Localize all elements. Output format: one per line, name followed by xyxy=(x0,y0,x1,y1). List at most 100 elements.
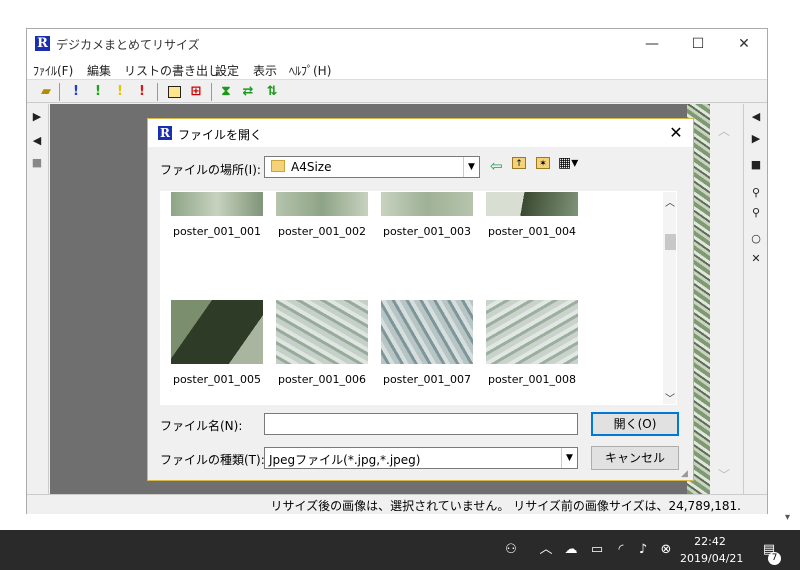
file-name[interactable]: poster_001_005 xyxy=(162,373,272,386)
people-icon[interactable]: ⚇ xyxy=(500,530,522,570)
next-icon[interactable]: ▶ xyxy=(747,130,765,148)
desktop-scrollbar[interactable]: ▾ xyxy=(782,0,800,530)
look-in-combo[interactable]: A4Size ▼ xyxy=(264,156,480,178)
toolbar-separator xyxy=(59,83,60,101)
dialog-title-bar[interactable]: R ファイルを開く ✕ xyxy=(148,119,693,147)
right-side-toolbar: ◀ ▶ ■ ⚲ ⚲ ○ ✕ xyxy=(743,104,767,494)
file-name[interactable]: poster_001_007 xyxy=(372,373,482,386)
scroll-thumb[interactable] xyxy=(665,234,676,250)
clock-time: 22:42 xyxy=(694,535,726,548)
toolbar-separator xyxy=(157,83,158,101)
look-in-value: A4Size xyxy=(291,160,332,174)
new-folder-icon[interactable]: ✶ xyxy=(536,157,550,169)
file-thumbnail[interactable] xyxy=(486,300,578,364)
resize-grip-icon[interactable]: ◢ xyxy=(681,469,688,479)
open-folder-icon[interactable]: ▰ xyxy=(37,83,55,101)
notification-badge: 7 xyxy=(768,552,781,565)
scroll-up-icon[interactable]: ︿ xyxy=(665,194,675,209)
status-bar: リサイズ後の画像は、選択されていません。 リサイズ前の画像サイズは、24,789… xyxy=(27,494,767,514)
file-thumbnail[interactable] xyxy=(486,192,578,216)
taskbar: ⚇ ︿ ☁ ▭ ◜ ♪ ⊗ 22:42 2019/04/21 ▤ 7 xyxy=(0,530,800,570)
previous-icon[interactable]: ◀ xyxy=(747,108,765,126)
toolbar-separator xyxy=(211,83,212,101)
red-exclamation-icon[interactable]: ! xyxy=(133,83,151,101)
clock[interactable]: 22:42 2019/04/21 xyxy=(680,533,744,567)
scroll-down-icon[interactable]: ﹀ xyxy=(718,466,730,483)
app-logo-icon: R xyxy=(35,36,50,51)
file-thumbnail[interactable] xyxy=(171,192,263,216)
file-thumbnail[interactable] xyxy=(276,192,368,216)
folder-icon xyxy=(271,160,285,172)
filename-input[interactable] xyxy=(264,413,578,435)
zoom-out-icon[interactable]: ⚲ xyxy=(747,204,765,222)
scroll-down-icon[interactable]: ▾ xyxy=(785,512,790,523)
dialog-close-button[interactable]: ✕ xyxy=(663,122,689,144)
file-name[interactable]: poster_001_004 xyxy=(477,225,587,238)
zoom-in-icon[interactable]: ⚲ xyxy=(747,184,765,202)
blue-exclamation-icon[interactable]: ! xyxy=(67,83,85,101)
scroll-down-icon[interactable]: ﹀ xyxy=(665,390,675,404)
file-name[interactable]: poster_001_006 xyxy=(267,373,377,386)
menu-edit[interactable]: 編集 xyxy=(87,62,111,79)
scroll-up-icon[interactable]: ︿ xyxy=(718,122,730,139)
file-thumbnail[interactable] xyxy=(381,300,473,364)
file-name[interactable]: poster_001_001 xyxy=(162,225,272,238)
open-button[interactable]: 開く(O) xyxy=(591,412,679,436)
toolbar: ▰ ! ! ! ! ⊞ ⧗ ⇄ ⇅ xyxy=(27,79,767,103)
battery-icon[interactable]: ▭ xyxy=(586,530,608,570)
view-menu-icon[interactable]: ▦▾ xyxy=(558,155,578,171)
frame-cross-icon[interactable]: ⊞ xyxy=(187,83,205,101)
frame-icon[interactable] xyxy=(165,83,183,101)
app-logo-icon: R xyxy=(158,126,172,140)
back-icon[interactable]: ⇦ xyxy=(490,157,503,175)
menu-file[interactable]: ﾌｧｲﾙ(F) xyxy=(33,62,73,79)
swap-horizontal-icon[interactable]: ⇄ xyxy=(239,83,257,101)
wifi-icon[interactable]: ◜ xyxy=(610,530,632,570)
filetype-combo[interactable]: Jpegファイル(*.jpg,*.jpeg) ▼ xyxy=(264,447,578,469)
clock-date: 2019/04/21 xyxy=(680,552,744,565)
look-in-label: ファイルの場所(I): xyxy=(160,163,261,177)
blocked-icon[interactable]: ⊗ xyxy=(656,530,676,570)
chevron-down-icon[interactable]: ▼ xyxy=(463,157,479,177)
menu-export-list[interactable]: リストの書き出し xyxy=(124,62,220,79)
menu-bar: ﾌｧｲﾙ(F) 編集 リストの書き出し 設定 表示 ﾍﾙﾌﾟ(H) xyxy=(27,59,767,79)
workspace-scrollbar[interactable]: ︿ ﹀ xyxy=(710,104,743,494)
file-list-scrollbar[interactable]: ︿ ﹀ xyxy=(663,192,676,404)
cancel-button[interactable]: キャンセル xyxy=(591,446,679,470)
filename-label: ファイル名(N): xyxy=(160,419,243,433)
dialog-title: ファイルを開く xyxy=(178,128,263,142)
save-icon[interactable]: ■ xyxy=(28,154,46,172)
maximize-button[interactable]: ☐ xyxy=(675,29,721,59)
file-name[interactable]: poster_001_003 xyxy=(372,225,482,238)
open-file-dialog: R ファイルを開く ✕ ファイルの場所(I): A4Size ▼ ⇦ ↑ ✶ ▦… xyxy=(147,118,694,481)
fit-icon[interactable]: ⧗ xyxy=(217,83,235,101)
swap-vertical-icon[interactable]: ⇅ xyxy=(263,83,281,101)
up-folder-icon[interactable]: ↑ xyxy=(512,157,526,169)
file-thumbnail[interactable] xyxy=(381,192,473,216)
file-name[interactable]: poster_001_008 xyxy=(477,373,587,386)
chevron-down-icon[interactable]: ▼ xyxy=(561,448,577,468)
file-thumbnail[interactable] xyxy=(171,300,263,364)
close-icon[interactable]: ✕ xyxy=(747,250,765,268)
save-icon[interactable]: ■ xyxy=(747,156,765,174)
chevron-up-icon[interactable]: ︿ xyxy=(536,530,556,570)
circle-icon[interactable]: ○ xyxy=(747,230,765,248)
menu-help[interactable]: ﾍﾙﾌﾟ(H) xyxy=(289,62,331,79)
status-text: リサイズ後の画像は、選択されていません。 リサイズ前の画像サイズは、24,789… xyxy=(270,499,741,513)
minimize-button[interactable]: — xyxy=(629,29,675,59)
next-icon[interactable]: ▶ xyxy=(28,108,46,126)
menu-view[interactable]: 表示 xyxy=(253,62,277,79)
menu-settings[interactable]: 設定 xyxy=(215,62,239,79)
title-bar[interactable]: R デジカメまとめてリサイズ — ☐ ✕ xyxy=(27,29,767,59)
green-exclamation-icon[interactable]: ! xyxy=(89,83,107,101)
notification-icon[interactable]: ▤ xyxy=(756,530,782,570)
previous-icon[interactable]: ◀ xyxy=(28,132,46,150)
file-name[interactable]: poster_001_002 xyxy=(267,225,377,238)
volume-icon[interactable]: ♪ xyxy=(632,530,654,570)
cloud-icon[interactable]: ☁ xyxy=(560,530,582,570)
close-button[interactable]: ✕ xyxy=(721,29,767,59)
yellow-exclamation-icon[interactable]: ! xyxy=(111,83,129,101)
file-thumbnail[interactable] xyxy=(276,300,368,364)
file-list[interactable]: poster_001_001 poster_001_002 poster_001… xyxy=(160,191,677,405)
filetype-label: ファイルの種類(T): xyxy=(160,453,265,467)
